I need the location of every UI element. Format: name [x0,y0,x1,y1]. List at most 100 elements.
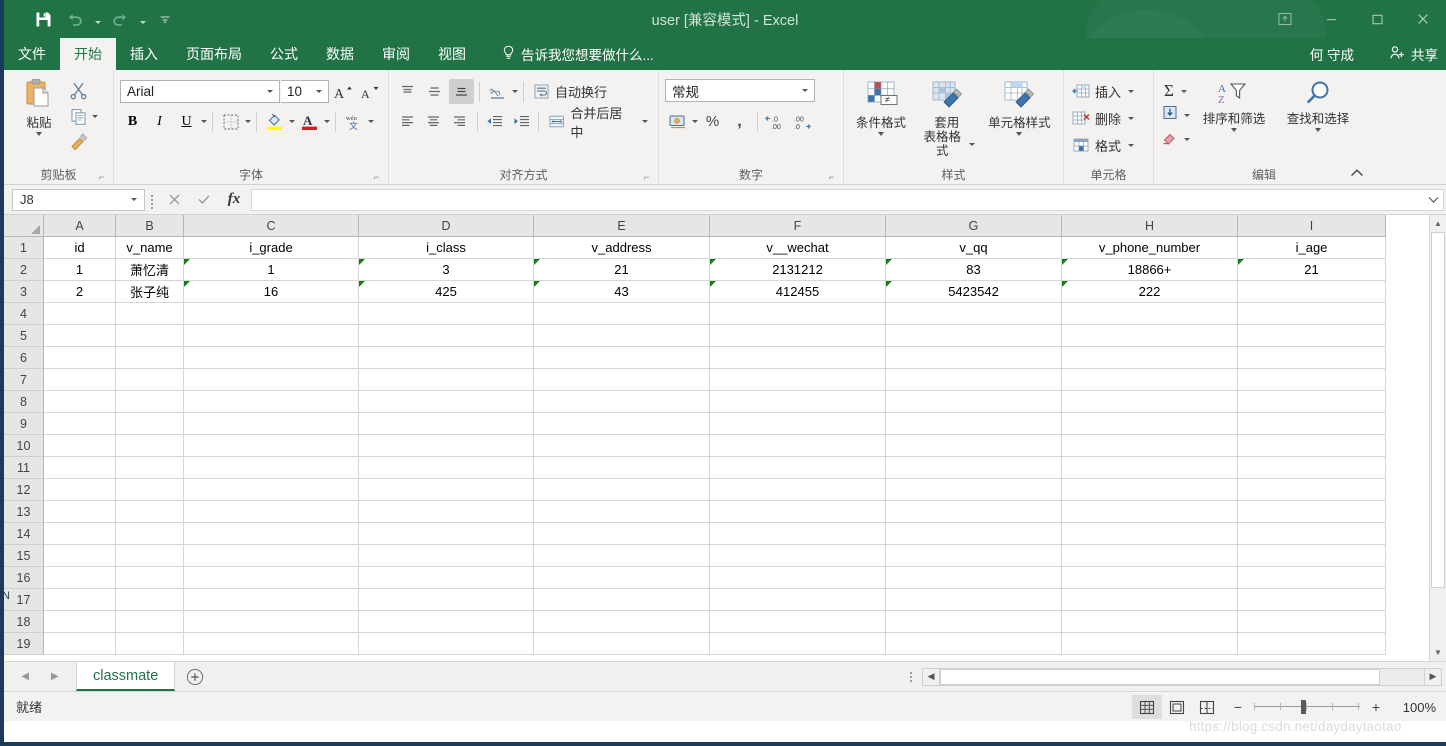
sort-filter-dropdown-icon[interactable] [1231,128,1237,132]
cell-I19[interactable] [1238,633,1386,655]
wrap-text-button[interactable]: 自动换行 [529,79,611,104]
page-break-preview-button[interactable] [1192,695,1222,719]
zoom-level-label[interactable]: 100% [1392,700,1440,715]
row-header-7[interactable]: 7 [4,369,44,391]
cell-H4[interactable] [1062,303,1238,325]
cell-I11[interactable] [1238,457,1386,479]
decrease-indent-button[interactable] [483,109,507,134]
cell-E14[interactable] [534,523,710,545]
cell-A9[interactable] [44,413,116,435]
column-header-a[interactable]: A [44,215,116,237]
cell-E11[interactable] [534,457,710,479]
cell-A4[interactable] [44,303,116,325]
cell-F12[interactable] [710,479,886,501]
cell-styles-button[interactable]: 单元格样式 [982,78,1057,138]
cell-G14[interactable] [886,523,1062,545]
cell-E2[interactable]: 21 [534,259,710,281]
tab-data[interactable]: 数据 [312,38,368,70]
underline-dropdown-icon[interactable] [201,120,207,123]
close-icon[interactable] [1400,0,1446,38]
row-header-15[interactable]: 15 [4,545,44,567]
cell-H12[interactable] [1062,479,1238,501]
prev-sheet-icon[interactable]: ◀ [21,671,29,682]
row-header-18[interactable]: 18 [4,611,44,633]
autosum-button[interactable]: Σ [1160,80,1190,102]
cell-D9[interactable] [359,413,534,435]
redo-icon[interactable] [105,5,135,33]
cell-A1[interactable]: id [44,237,116,259]
cell-G4[interactable] [886,303,1062,325]
row-header-16[interactable]: 16 [4,567,44,589]
column-header-b[interactable]: B [116,215,184,237]
cell-F8[interactable] [710,391,886,413]
font-color-button[interactable]: A [297,109,322,134]
formula-bar-grip[interactable] [145,189,159,211]
cell-F4[interactable] [710,303,886,325]
zoom-out-button[interactable]: − [1230,700,1246,714]
cancel-entry-icon[interactable] [159,189,189,211]
cell-F13[interactable] [710,501,886,523]
font-size-caret-icon[interactable] [312,90,326,93]
cell-B7[interactable] [116,369,184,391]
merge-center-dropdown-icon[interactable] [641,120,648,123]
cell-I2[interactable]: 21 [1238,259,1386,281]
cell-H5[interactable] [1062,325,1238,347]
cell-B19[interactable] [116,633,184,655]
cell-B15[interactable] [116,545,184,567]
cell-G13[interactable] [886,501,1062,523]
cell-C4[interactable] [184,303,359,325]
save-icon[interactable] [28,5,58,33]
scroll-up-icon[interactable]: ▲ [1430,215,1446,232]
row-header-13[interactable]: 13 [4,501,44,523]
cell-C13[interactable] [184,501,359,523]
format-painter-button[interactable] [66,130,91,155]
cell-C11[interactable] [184,457,359,479]
tab-view[interactable]: 视图 [424,38,480,70]
column-header-c[interactable]: C [184,215,359,237]
cell-H15[interactable] [1062,545,1238,567]
conditional-formatting-button[interactable]: ≠ 条件格式 [850,78,912,138]
cell-B10[interactable] [116,435,184,457]
format-as-table-button[interactable]: 套用 表格格式 [914,78,980,160]
clear-dropdown-icon[interactable] [1184,137,1190,141]
expand-formula-bar-icon[interactable] [1424,188,1444,211]
cut-button[interactable] [66,78,91,103]
cell-C7[interactable] [184,369,359,391]
minimize-icon[interactable] [1308,0,1354,38]
merge-center-button[interactable]: 合并后居中 [544,106,652,140]
cell-A5[interactable] [44,325,116,347]
decrease-decimal-button[interactable]: .00.0 [790,109,815,134]
cell-C8[interactable] [184,391,359,413]
cell-D5[interactable] [359,325,534,347]
cell-E15[interactable] [534,545,710,567]
sort-filter-button[interactable]: A Z 排序和筛选 [1194,78,1274,134]
column-header-g[interactable]: G [886,215,1062,237]
cell-I10[interactable] [1238,435,1386,457]
number-format-combo[interactable]: 常规 [665,79,815,102]
cell-E10[interactable] [534,435,710,457]
cell-D3[interactable]: 425 [359,281,534,303]
row-header-14[interactable]: 14 [4,523,44,545]
increase-font-size-button[interactable]: A [330,79,356,104]
zoom-slider-thumb[interactable] [1301,700,1306,714]
row-header-1[interactable]: 1 [4,237,44,259]
cell-G7[interactable] [886,369,1062,391]
cell-C5[interactable] [184,325,359,347]
cell-A19[interactable] [44,633,116,655]
row-header-12[interactable]: 12 [4,479,44,501]
cell-I18[interactable] [1238,611,1386,633]
cell-B12[interactable] [116,479,184,501]
cell-B18[interactable] [116,611,184,633]
hscroll-grip[interactable] [904,675,918,678]
cell-F1[interactable]: v__wechat [710,237,886,259]
cell-G12[interactable] [886,479,1062,501]
cell-B4[interactable] [116,303,184,325]
underline-button[interactable]: U [174,109,199,134]
formula-input[interactable] [251,188,1424,211]
cell-C15[interactable] [184,545,359,567]
cell-F5[interactable] [710,325,886,347]
cell-E1[interactable]: v_address [534,237,710,259]
row-header-19[interactable]: 19 [4,633,44,655]
fill-color-button[interactable] [262,109,287,134]
cell-A18[interactable] [44,611,116,633]
